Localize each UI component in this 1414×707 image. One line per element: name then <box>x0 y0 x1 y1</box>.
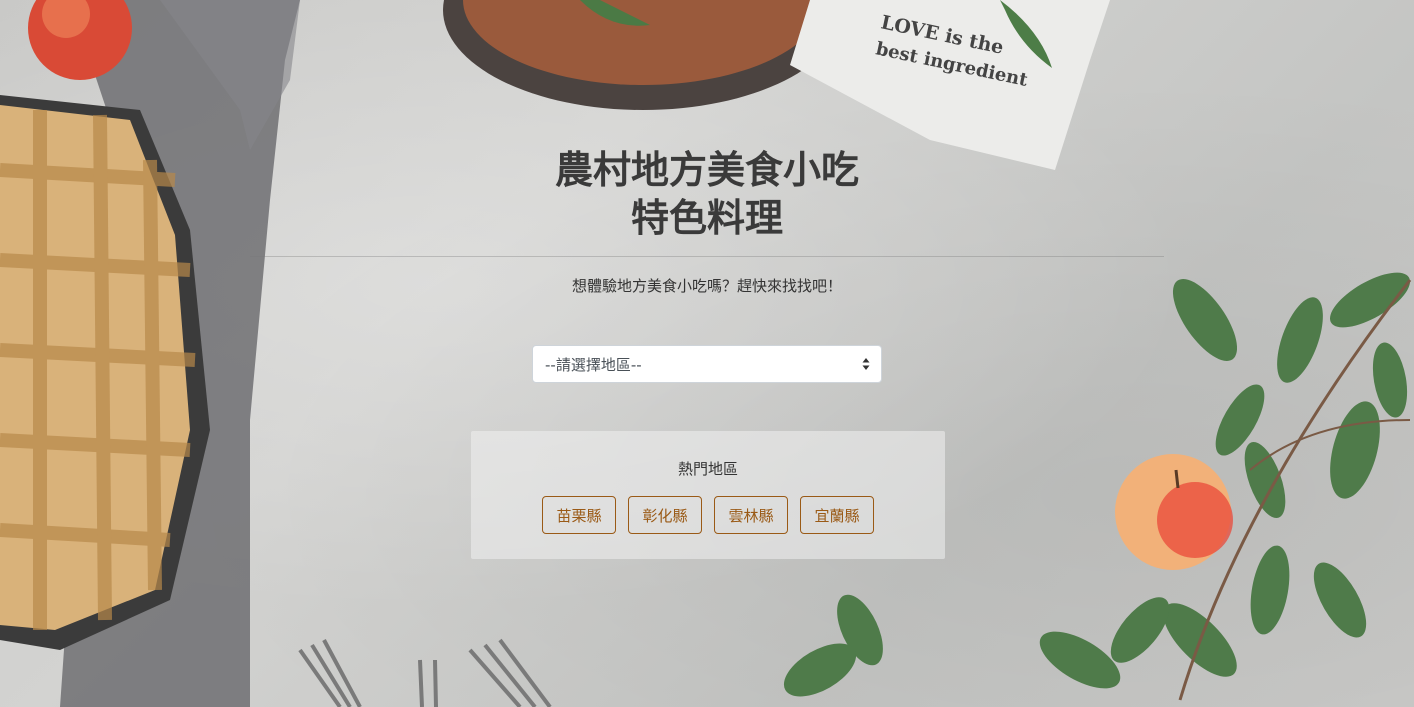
region-select-value: --請選擇地區-- <box>545 355 642 374</box>
hero-section: 農村地方美食小吃 特色料理 想體驗地方美食小吃嗎？趕快來找找吧！ --請選擇地區… <box>0 0 1414 707</box>
title-line-2: 特色料理 <box>630 196 783 240</box>
page-subtitle: 想體驗地方美食小吃嗎？趕快來找找吧！ <box>571 277 842 295</box>
page-title: 農村地方美食小吃 特色料理 <box>0 146 1414 242</box>
popular-regions-title: 熱門地區 <box>677 460 738 478</box>
title-divider <box>250 256 1164 257</box>
region-button-yilan[interactable]: 宜蘭縣 <box>800 496 874 534</box>
region-button-changhua[interactable]: 彰化縣 <box>628 496 702 534</box>
region-button-yunlin[interactable]: 雲林縣 <box>714 496 788 534</box>
popular-regions-panel: 熱門地區 苗栗縣 彰化縣 雲林縣 宜蘭縣 <box>471 431 945 559</box>
region-button-miaoli[interactable]: 苗栗縣 <box>542 496 616 534</box>
title-line-1: 農村地方美食小吃 <box>554 148 859 192</box>
region-select[interactable]: --請選擇地區-- <box>532 345 882 383</box>
select-arrow-icon <box>862 358 870 370</box>
region-select-wrapper[interactable]: --請選擇地區-- <box>532 345 882 383</box>
popular-regions-buttons: 苗栗縣 彰化縣 雲林縣 宜蘭縣 <box>471 496 945 534</box>
